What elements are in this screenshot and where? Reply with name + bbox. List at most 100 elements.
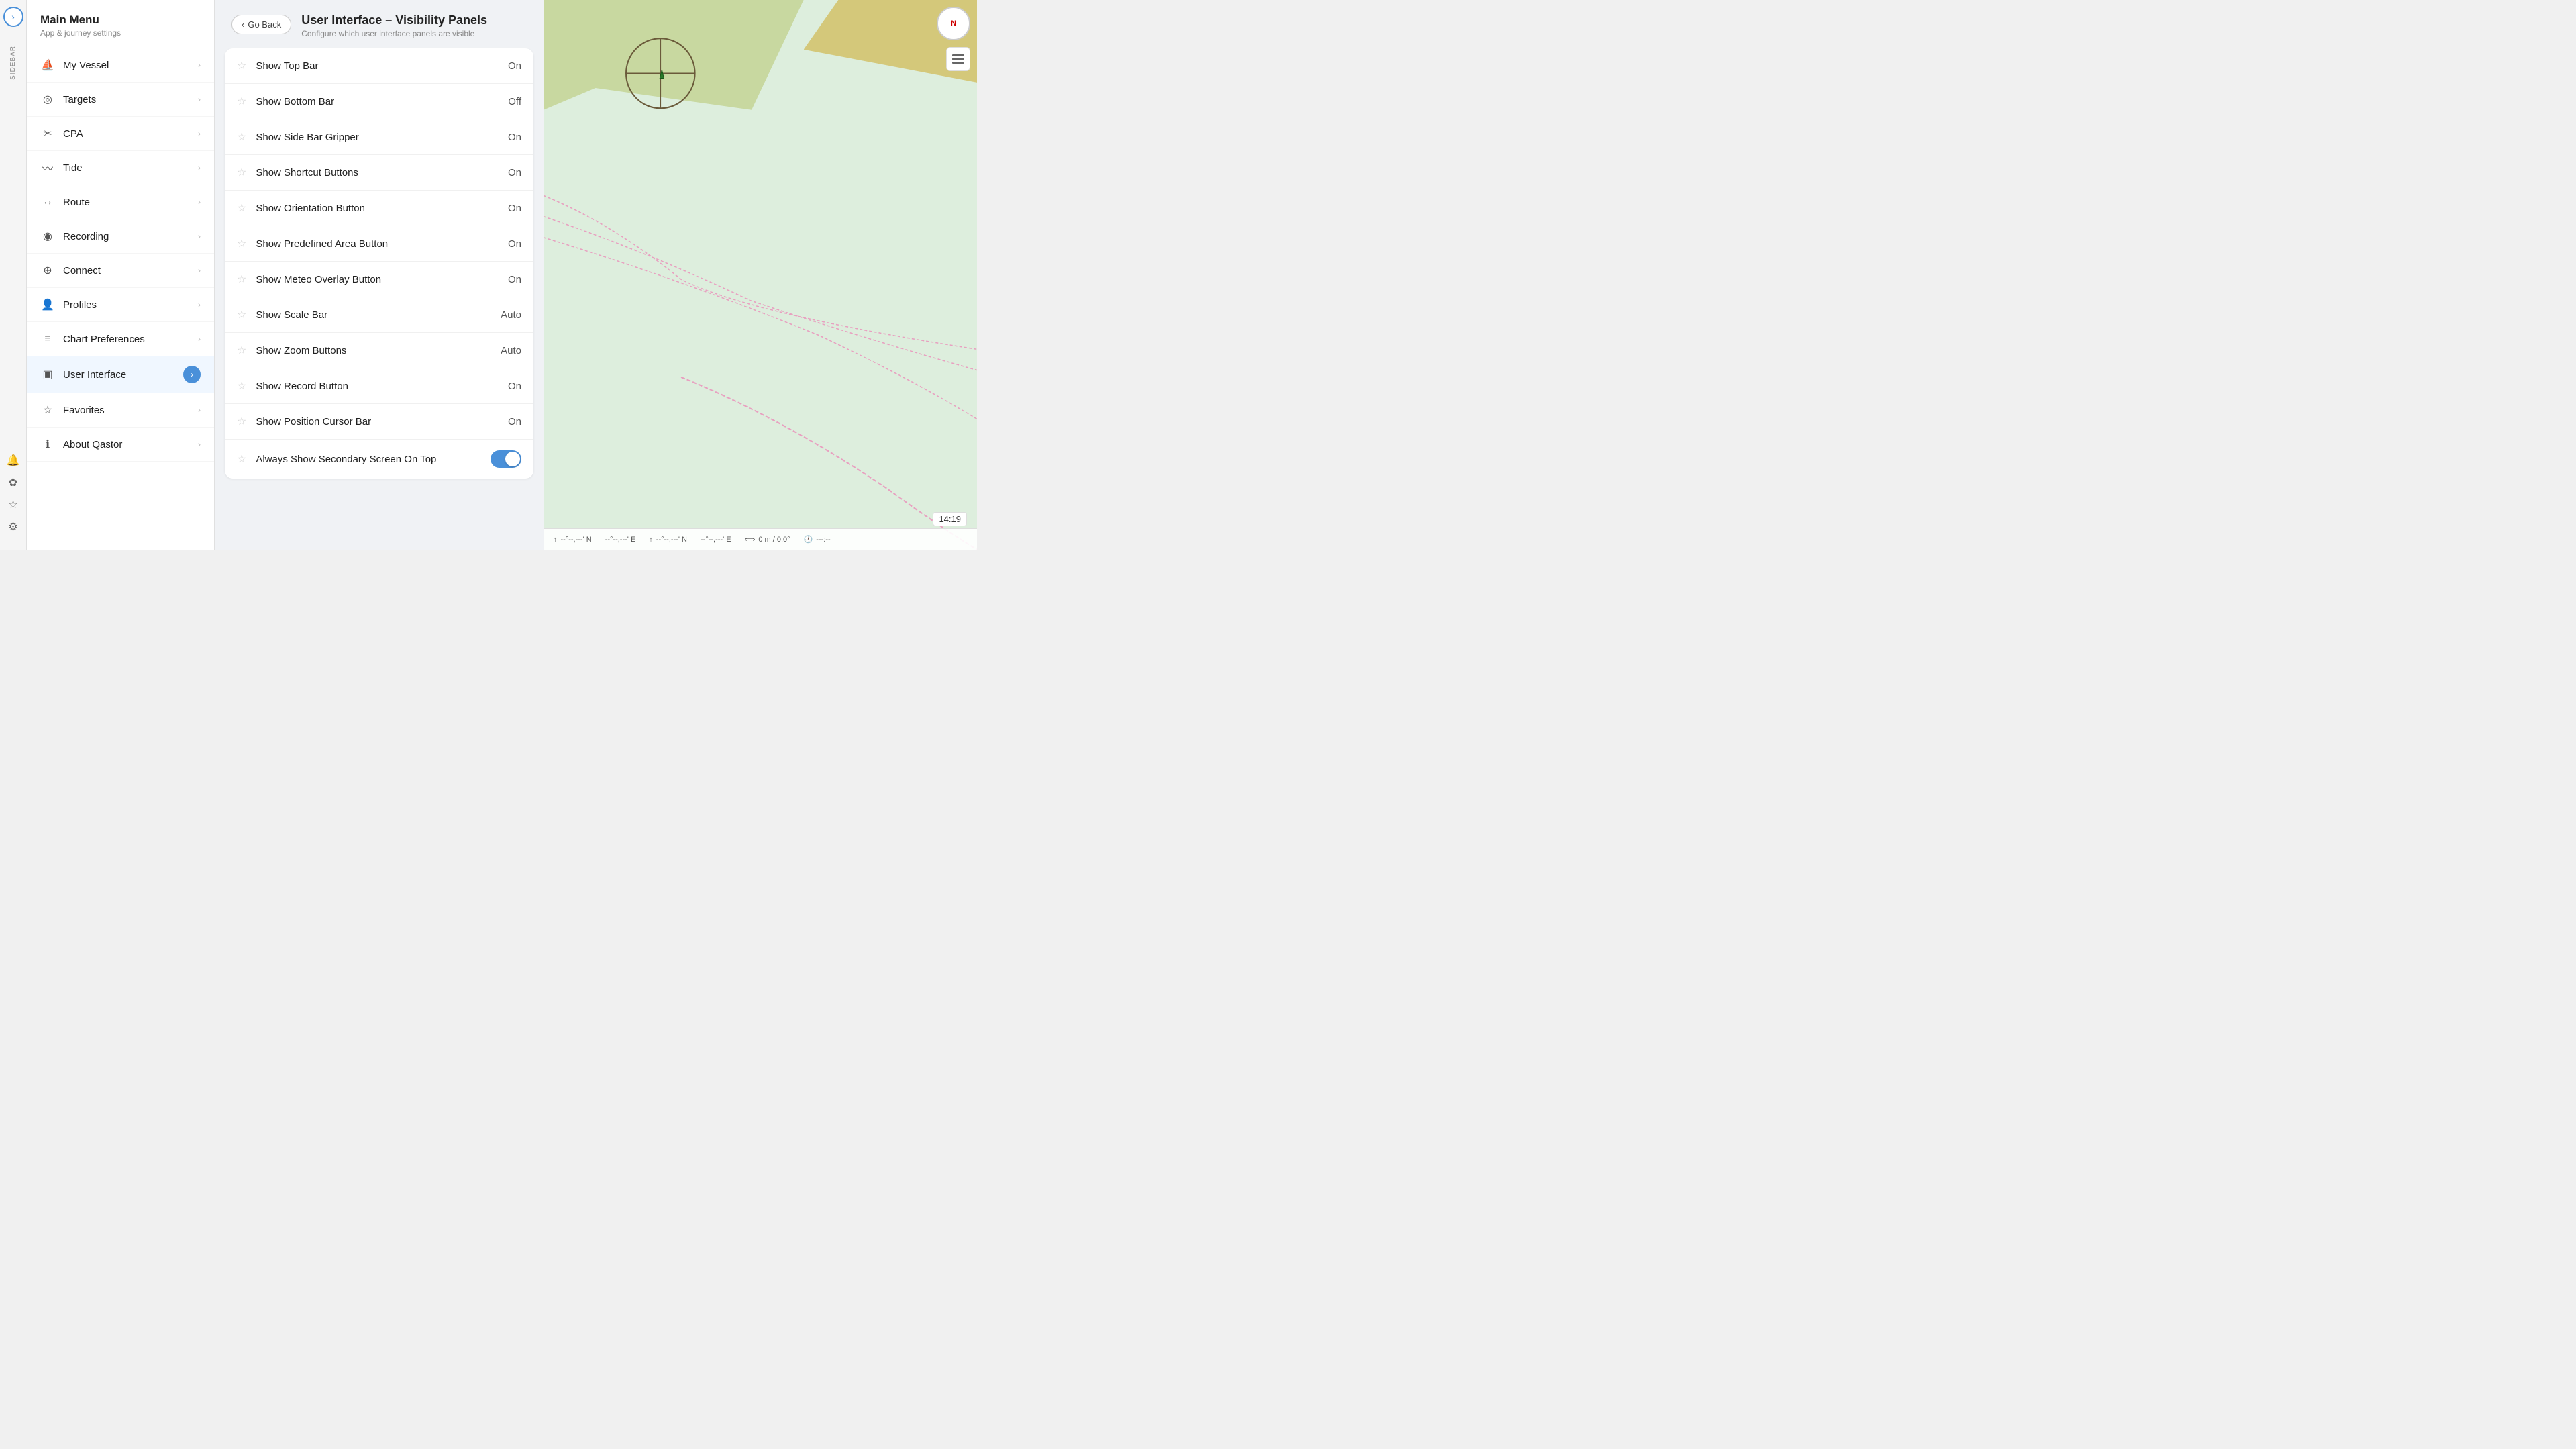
setting-row-show-predefined-area-button[interactable]: ☆Show Predefined Area ButtonOn <box>225 226 533 262</box>
show-meteo-overlay-button-star-icon[interactable]: ☆ <box>237 272 246 286</box>
user-interface-active-indicator: › <box>183 366 201 383</box>
cpa-label: CPA <box>63 128 198 140</box>
show-scale-bar-value: Auto <box>501 309 521 321</box>
targets-label: Targets <box>63 94 198 105</box>
settings-bottom-icon[interactable]: ⚙ <box>4 517 23 536</box>
profiles-chevron-icon: › <box>198 300 201 309</box>
center-title-block: User Interface – Visibility Panels Confi… <box>301 13 487 38</box>
show-predefined-area-button-star-icon[interactable]: ☆ <box>237 237 246 250</box>
show-zoom-buttons-value: Auto <box>501 345 521 356</box>
show-bottom-bar-value: Off <box>508 96 521 107</box>
sidebar-item-favorites[interactable]: ☆Favorites› <box>27 393 214 428</box>
star-bottom-icon[interactable]: ☆ <box>4 495 23 514</box>
connect-icon: ⊕ <box>40 263 55 278</box>
setting-row-always-show-secondary-screen[interactable]: ☆Always Show Secondary Screen On Top <box>225 440 533 479</box>
setting-row-show-shortcut-buttons[interactable]: ☆Show Shortcut ButtonsOn <box>225 155 533 191</box>
show-meteo-overlay-button-value: On <box>508 274 521 285</box>
sidebar-item-targets[interactable]: ◎Targets› <box>27 83 214 117</box>
show-bottom-bar-label: Show Bottom Bar <box>256 96 508 107</box>
recording-icon: ◉ <box>40 229 55 244</box>
map-bottom-bar: ↑ --°--,---' N --°--,---' E ↑ --°--,---'… <box>544 528 977 550</box>
menu-subtitle: App & journey settings <box>40 28 201 38</box>
show-record-button-label: Show Record Button <box>256 381 508 392</box>
profiles-label: Profiles <box>63 299 198 311</box>
show-orientation-button-star-icon[interactable]: ☆ <box>237 201 246 215</box>
show-side-bar-gripper-value: On <box>508 132 521 143</box>
show-top-bar-star-icon[interactable]: ☆ <box>237 59 246 72</box>
route-icon: ↔ <box>40 195 55 209</box>
menu-title: Main Menu <box>40 13 201 27</box>
coord4-value: --°--,---' E <box>701 536 731 544</box>
show-shortcut-buttons-value: On <box>508 167 521 179</box>
map-coord-3: ↑ --°--,---' N <box>649 536 687 544</box>
center-title: User Interface – Visibility Panels <box>301 13 487 28</box>
connect-label: Connect <box>63 265 198 277</box>
map-layers-button[interactable] <box>946 47 970 71</box>
sidebar-label: SIDEBAR <box>9 46 17 80</box>
always-show-secondary-screen-star-icon[interactable]: ☆ <box>237 452 246 466</box>
show-side-bar-gripper-label: Show Side Bar Gripper <box>256 132 508 143</box>
go-back-button[interactable]: ‹ Go Back <box>231 15 291 34</box>
sidebar-item-route[interactable]: ↔Route› <box>27 185 214 219</box>
flower-icon[interactable]: ✿ <box>4 473 23 492</box>
left-menu-panel: Main Menu App & journey settings ⛵My Ves… <box>27 0 215 550</box>
center-settings-panel: ‹ Go Back User Interface – Visibility Pa… <box>215 0 544 550</box>
sidebar-item-connect[interactable]: ⊕ Connect› <box>27 254 214 288</box>
setting-row-show-position-cursor-bar[interactable]: ☆Show Position Cursor BarOn <box>225 404 533 440</box>
setting-row-show-bottom-bar[interactable]: ☆ Show Bottom BarOff <box>225 84 533 119</box>
coord1-icon: ↑ <box>554 536 558 544</box>
compass-north-label: N <box>951 19 956 28</box>
show-record-button-star-icon[interactable]: ☆ <box>237 379 246 393</box>
route-label: Route <box>63 197 198 208</box>
coord2-value: --°--,---' E <box>605 536 636 544</box>
about-qastor-icon: ℹ <box>40 437 55 452</box>
map-speed: ⟺ 0 m / 0.0° <box>745 535 790 544</box>
map-coord-1: ↑ --°--,---' N <box>554 536 592 544</box>
show-zoom-buttons-label: Show Zoom Buttons <box>256 345 501 356</box>
setting-row-show-top-bar[interactable]: ☆ Show Top BarOn <box>225 48 533 84</box>
show-position-cursor-bar-star-icon[interactable]: ☆ <box>237 415 246 428</box>
show-scale-bar-star-icon[interactable]: ☆ <box>237 308 246 321</box>
recording-label: Recording <box>63 231 198 242</box>
go-back-chevron: ‹ <box>242 19 244 30</box>
sidebar-item-about-qastor[interactable]: ℹAbout Qastor› <box>27 428 214 462</box>
sidebar-item-my-vessel[interactable]: ⛵My Vessel› <box>27 48 214 83</box>
tide-label: Tide <box>63 162 198 174</box>
sidebar-item-recording[interactable]: ◉ Recording› <box>27 219 214 254</box>
show-top-bar-value: On <box>508 60 521 72</box>
expand-sidebar-button[interactable]: › <box>3 7 23 27</box>
setting-row-show-orientation-button[interactable]: ☆Show Orientation ButtonOn <box>225 191 533 226</box>
speed-value: 0 m / 0.0° <box>758 536 790 544</box>
show-zoom-buttons-star-icon[interactable]: ☆ <box>237 344 246 357</box>
targets-chevron-icon: › <box>198 95 201 104</box>
setting-row-show-scale-bar[interactable]: ☆ Show Scale BarAuto <box>225 297 533 333</box>
show-meteo-overlay-button-label: Show Meteo Overlay Button <box>256 274 508 285</box>
bell-icon[interactable]: 🔔 <box>4 451 23 470</box>
show-bottom-bar-star-icon[interactable]: ☆ <box>237 95 246 108</box>
tide-icon: 〰 <box>40 160 55 175</box>
settings-list: ☆Show Top BarOn☆Show Bottom BarOff☆Show … <box>225 48 533 479</box>
coord3-icon: ↑ <box>649 536 653 544</box>
map-time-badge: 14:19 <box>933 512 967 526</box>
show-side-bar-gripper-star-icon[interactable]: ☆ <box>237 130 246 144</box>
show-scale-bar-label: Show Scale Bar <box>256 309 501 321</box>
setting-row-show-meteo-overlay-button[interactable]: ☆ Show Meteo Overlay ButtonOn <box>225 262 533 297</box>
sidebar-item-cpa[interactable]: ✂CPA› <box>27 117 214 151</box>
sidebar-item-tide[interactable]: 〰Tide› <box>27 151 214 185</box>
profiles-icon: 👤 <box>40 297 55 312</box>
user-interface-label: User Interface <box>63 369 183 381</box>
always-show-secondary-screen-toggle[interactable] <box>491 450 521 468</box>
map-canvas: N 14:19 ↑ --°--,---' N --°--,---' E ↑ --… <box>544 0 977 550</box>
sidebar-item-chart-preferences[interactable]: ≡Chart Preferences› <box>27 322 214 356</box>
show-record-button-value: On <box>508 381 521 392</box>
map-compass[interactable]: N <box>937 7 970 40</box>
setting-row-show-zoom-buttons[interactable]: ☆ Show Zoom ButtonsAuto <box>225 333 533 368</box>
sidebar-item-profiles[interactable]: 👤 Profiles› <box>27 288 214 322</box>
recording-chevron-icon: › <box>198 232 201 241</box>
setting-row-show-record-button[interactable]: ☆ Show Record ButtonOn <box>225 368 533 404</box>
connect-chevron-icon: › <box>198 266 201 275</box>
setting-row-show-side-bar-gripper[interactable]: ☆ Show Side Bar GripperOn <box>225 119 533 155</box>
sidebar-item-user-interface[interactable]: ▣User Interface› <box>27 356 214 393</box>
show-shortcut-buttons-star-icon[interactable]: ☆ <box>237 166 246 179</box>
show-top-bar-label: Show Top Bar <box>256 60 508 72</box>
